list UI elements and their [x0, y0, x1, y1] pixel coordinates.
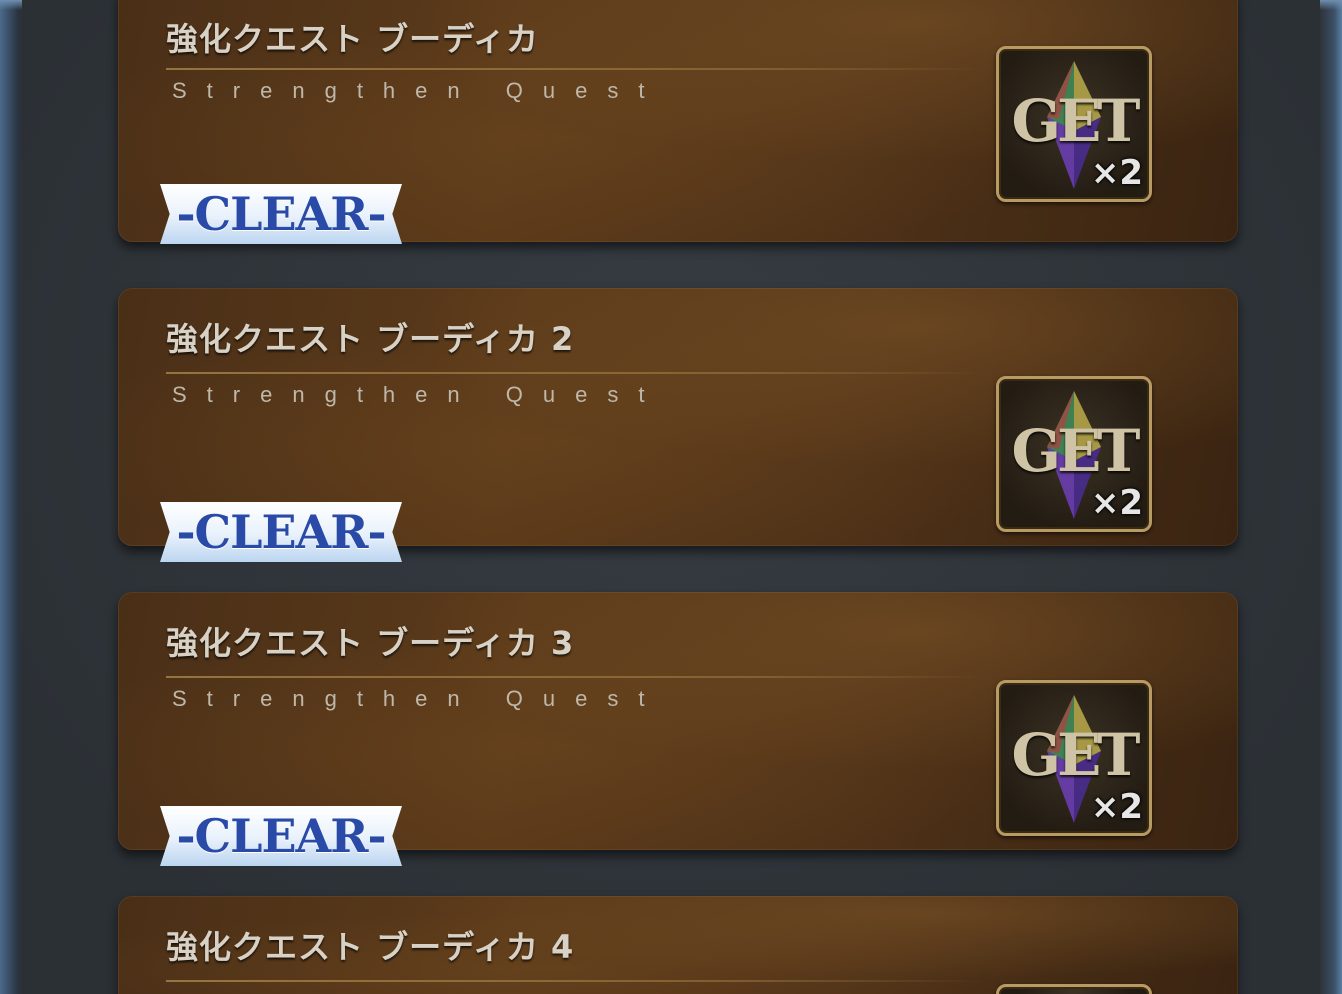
quest-subtitle: Strengthen Quest — [172, 78, 665, 103]
quest-subtitle: Strengthen Quest — [172, 686, 665, 711]
reward-get-label: GET — [1011, 87, 1141, 155]
quest-title: 強化クエスト ブーディカ — [166, 20, 539, 58]
clear-badge-label: -CLEAR- — [176, 809, 386, 863]
quest-card-3[interactable]: 強化クエスト ブーディカ 3 Strengthen Quest -CLEAR- … — [118, 592, 1238, 866]
clear-badge-label: -CLEAR- — [176, 187, 386, 241]
title-divider — [166, 980, 986, 982]
reward-box[interactable]: GET ×2 — [996, 46, 1152, 202]
title-divider — [166, 68, 986, 70]
title-divider — [166, 676, 986, 678]
reward-box[interactable]: GET ×2 — [996, 376, 1152, 532]
reward-count: ×2 — [1090, 153, 1143, 193]
reward-get-label: GET — [1011, 417, 1141, 485]
quest-card-4[interactable]: 強化クエスト ブーディカ 4 — [118, 896, 1238, 994]
quest-subtitle: Strengthen Quest — [172, 382, 665, 407]
title-divider — [166, 372, 986, 374]
clear-badge: -CLEAR- — [160, 184, 402, 244]
clear-badge: -CLEAR- — [160, 806, 402, 866]
quest-card-1[interactable]: 強化クエスト ブーディカ Strengthen Quest -CLEAR- GE… — [118, 0, 1238, 244]
quest-list-panel[interactable]: 強化クエスト ブーディカ Strengthen Quest -CLEAR- GE… — [22, 0, 1320, 994]
quest-title: 強化クエスト ブーディカ 2 — [166, 320, 575, 358]
reward-count: ×2 — [1090, 787, 1143, 827]
clear-badge-label: -CLEAR- — [176, 505, 386, 559]
quest-title: 強化クエスト ブーディカ 3 — [166, 624, 575, 662]
quest-list-screen: 強化クエスト ブーディカ Strengthen Quest -CLEAR- GE… — [0, 0, 1342, 994]
reward-box[interactable]: GET ×2 — [996, 680, 1152, 836]
clear-badge: -CLEAR- — [160, 502, 402, 562]
quest-title: 強化クエスト ブーディカ 4 — [166, 928, 575, 966]
quest-card-2[interactable]: 強化クエスト ブーディカ 2 Strengthen Quest -CLEAR- … — [118, 288, 1238, 562]
reward-count: ×2 — [1090, 483, 1143, 523]
reward-box[interactable] — [996, 984, 1152, 994]
reward-get-label: GET — [1011, 721, 1141, 789]
